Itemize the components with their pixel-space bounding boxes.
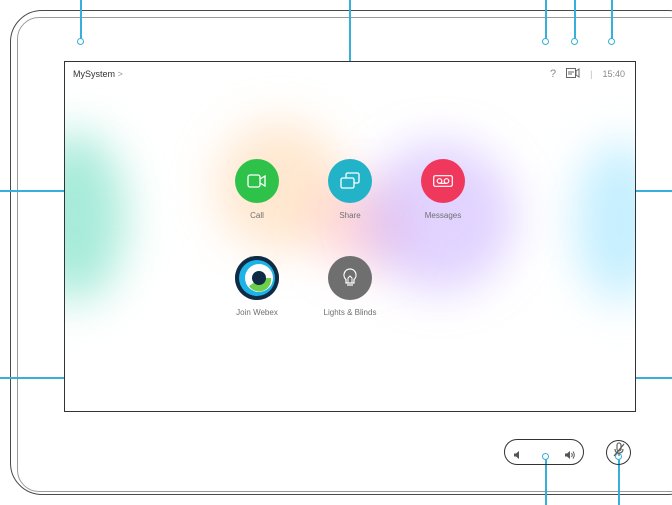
camera-selfview-icon[interactable] <box>566 68 580 80</box>
chevron-right-icon: > <box>117 69 123 79</box>
volume-down-icon[interactable] <box>513 447 523 465</box>
system-name: MySystem <box>73 69 116 79</box>
lights-blinds-app[interactable]: Lights & Blinds <box>315 256 385 317</box>
lights-blinds-label: Lights & Blinds <box>323 308 377 317</box>
system-name-breadcrumb[interactable]: MySystem > <box>73 69 123 79</box>
messages-app[interactable]: Messages <box>408 159 478 220</box>
touch-screen: MySystem > ? | 15:40 Call Share Messages <box>64 61 636 412</box>
lightbulb-icon <box>328 256 372 300</box>
microphone-muted-icon <box>612 442 626 463</box>
status-separator: | <box>590 69 593 79</box>
volume-up-icon[interactable] <box>564 447 576 465</box>
share-screens-icon <box>328 159 372 203</box>
clock: 15:40 <box>602 69 625 79</box>
join-webex-app[interactable]: Join Webex <box>222 256 292 317</box>
share-app[interactable]: Share <box>315 159 385 220</box>
share-label: Share <box>339 211 361 220</box>
voicemail-icon <box>421 159 465 203</box>
webex-logo-icon <box>235 256 279 300</box>
messages-label: Messages <box>424 211 462 220</box>
video-camera-icon <box>235 159 279 203</box>
join-webex-label: Join Webex <box>236 308 278 317</box>
help-icon[interactable]: ? <box>550 68 556 80</box>
microphone-mute-button[interactable] <box>606 440 631 465</box>
call-label: Call <box>250 211 264 220</box>
call-app[interactable]: Call <box>222 159 292 220</box>
volume-control[interactable] <box>504 439 584 465</box>
status-bar: ? | 15:40 <box>550 68 625 80</box>
